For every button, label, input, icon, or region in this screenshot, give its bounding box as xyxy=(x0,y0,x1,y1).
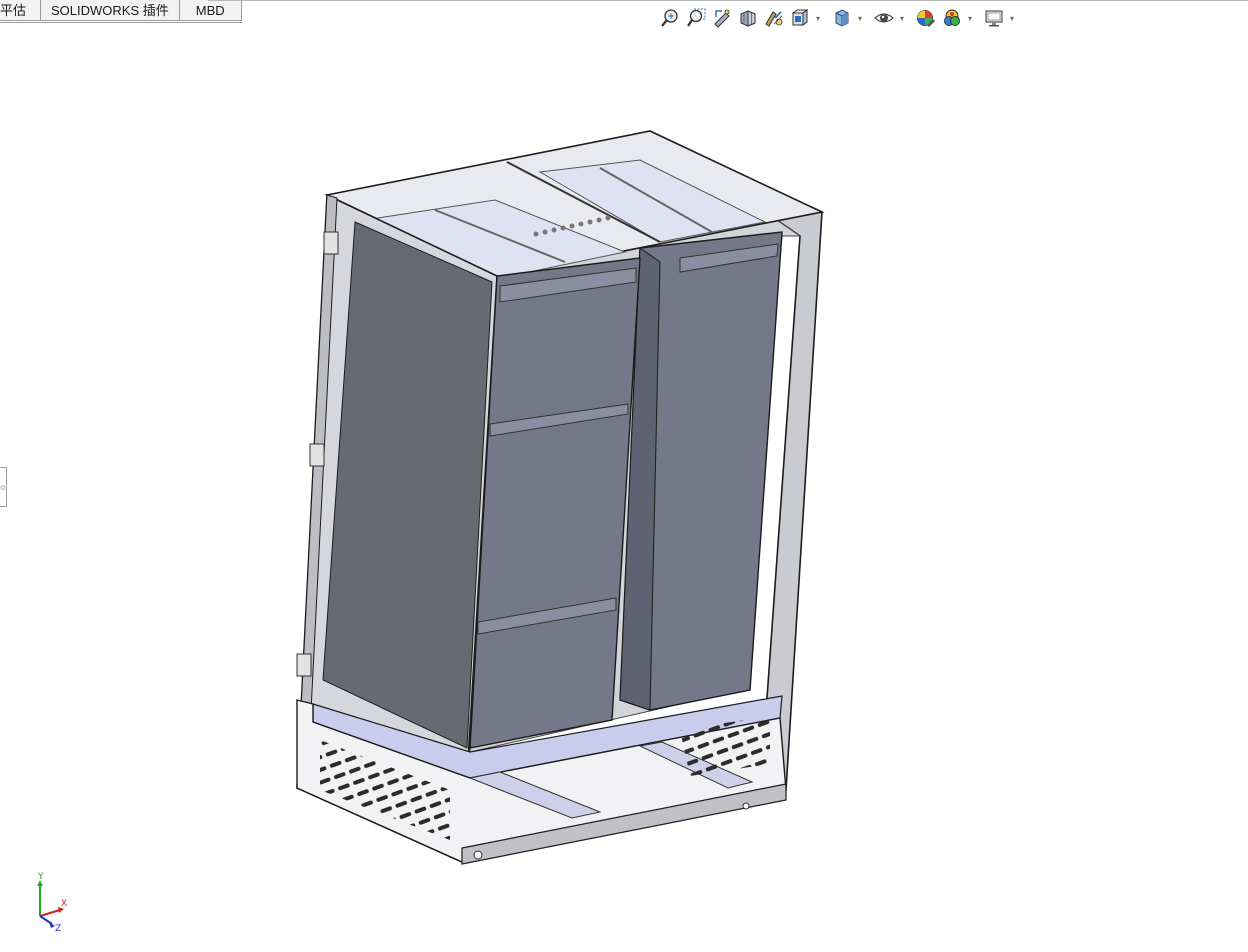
graphics-area-model[interactable] xyxy=(0,0,1248,952)
caster-wheel-front xyxy=(473,850,483,860)
reference-triad: Y X Z xyxy=(37,872,67,932)
triad-z-axis xyxy=(39,915,53,925)
triad-x-axis xyxy=(39,909,61,917)
triad-y-label: Y xyxy=(37,872,44,882)
door-hinge-middle xyxy=(309,443,325,467)
triad-x-label: X xyxy=(61,899,67,909)
triad-z-label: Z xyxy=(55,924,61,932)
door-hinge-top xyxy=(323,231,339,255)
door-hinge-bottom xyxy=(296,653,312,677)
caster-wheel-rear xyxy=(742,802,750,810)
front-storage-bin xyxy=(469,257,641,749)
